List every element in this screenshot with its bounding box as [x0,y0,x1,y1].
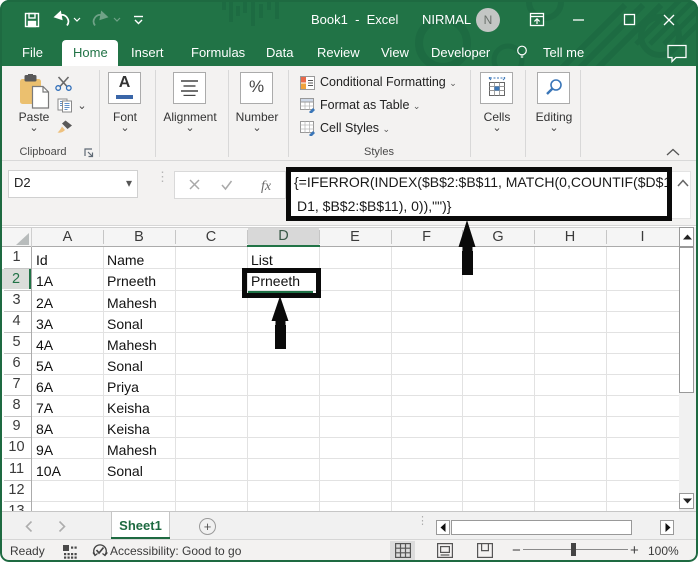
svg-text:fx: fx [261,179,272,193]
